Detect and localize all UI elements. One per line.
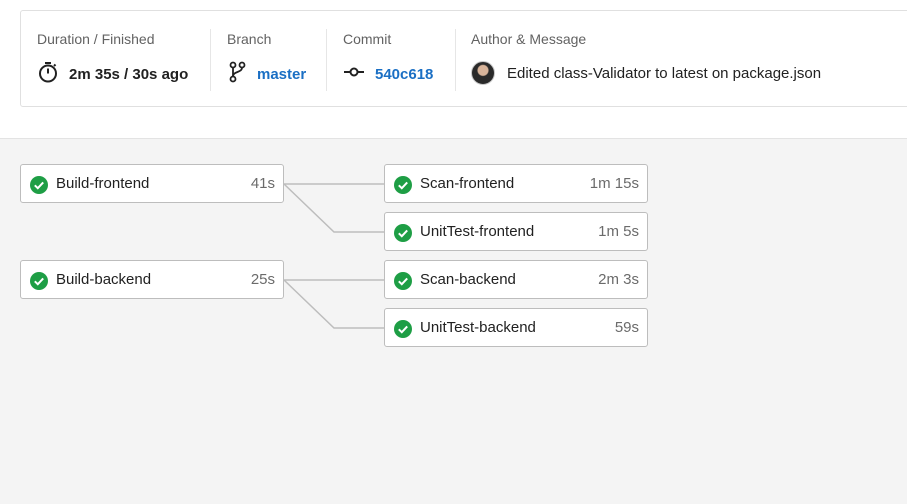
pipeline-connectors	[283, 183, 384, 329]
stage-name: UnitTest-frontend	[420, 223, 535, 240]
success-check-icon	[394, 320, 412, 343]
stage-unittest-backend[interactable]: UnitTest-backend 59s	[384, 308, 648, 347]
stage-build-backend[interactable]: Build-backend 25s	[20, 260, 284, 299]
stage-duration: 1m 5s	[598, 223, 639, 240]
stage-scan-frontend[interactable]: Scan-frontend 1m 15s	[384, 164, 648, 203]
stage-unittest-frontend[interactable]: UnitTest-frontend 1m 5s	[384, 212, 648, 251]
stage-scan-backend[interactable]: Scan-backend 2m 3s	[384, 260, 648, 299]
stage-duration: 41s	[250, 175, 275, 192]
connector-line	[283, 183, 384, 233]
stage-name: Build-frontend	[56, 175, 150, 192]
stage-build-frontend[interactable]: Build-frontend 41s	[20, 164, 284, 203]
success-check-icon	[30, 176, 48, 199]
stage-name: Scan-frontend	[420, 175, 515, 192]
stage-duration: 25s	[250, 271, 275, 288]
stage-duration: 1m 15s	[589, 175, 639, 192]
success-check-icon	[394, 272, 412, 295]
stage-name: Build-backend	[56, 271, 152, 288]
stage-name: Scan-backend	[420, 271, 516, 288]
stage-duration: 59s	[614, 319, 639, 336]
success-check-icon	[394, 176, 412, 199]
success-check-icon	[394, 224, 412, 247]
connector-line	[283, 279, 384, 329]
stage-duration: 2m 3s	[598, 271, 639, 288]
success-check-icon	[30, 272, 48, 295]
stage-name: UnitTest-backend	[420, 319, 536, 336]
